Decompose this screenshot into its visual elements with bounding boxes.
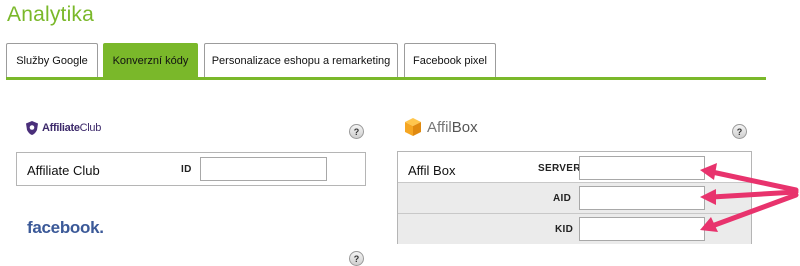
annotation-arrows xyxy=(700,163,799,232)
arrow-to-server xyxy=(709,169,799,193)
facebook-help-icon[interactable]: ? xyxy=(349,251,364,266)
arrowhead-aid xyxy=(700,189,716,205)
arrow-to-aid xyxy=(709,189,799,200)
arrow-to-kid xyxy=(709,192,799,229)
arrowhead-server xyxy=(700,163,717,180)
